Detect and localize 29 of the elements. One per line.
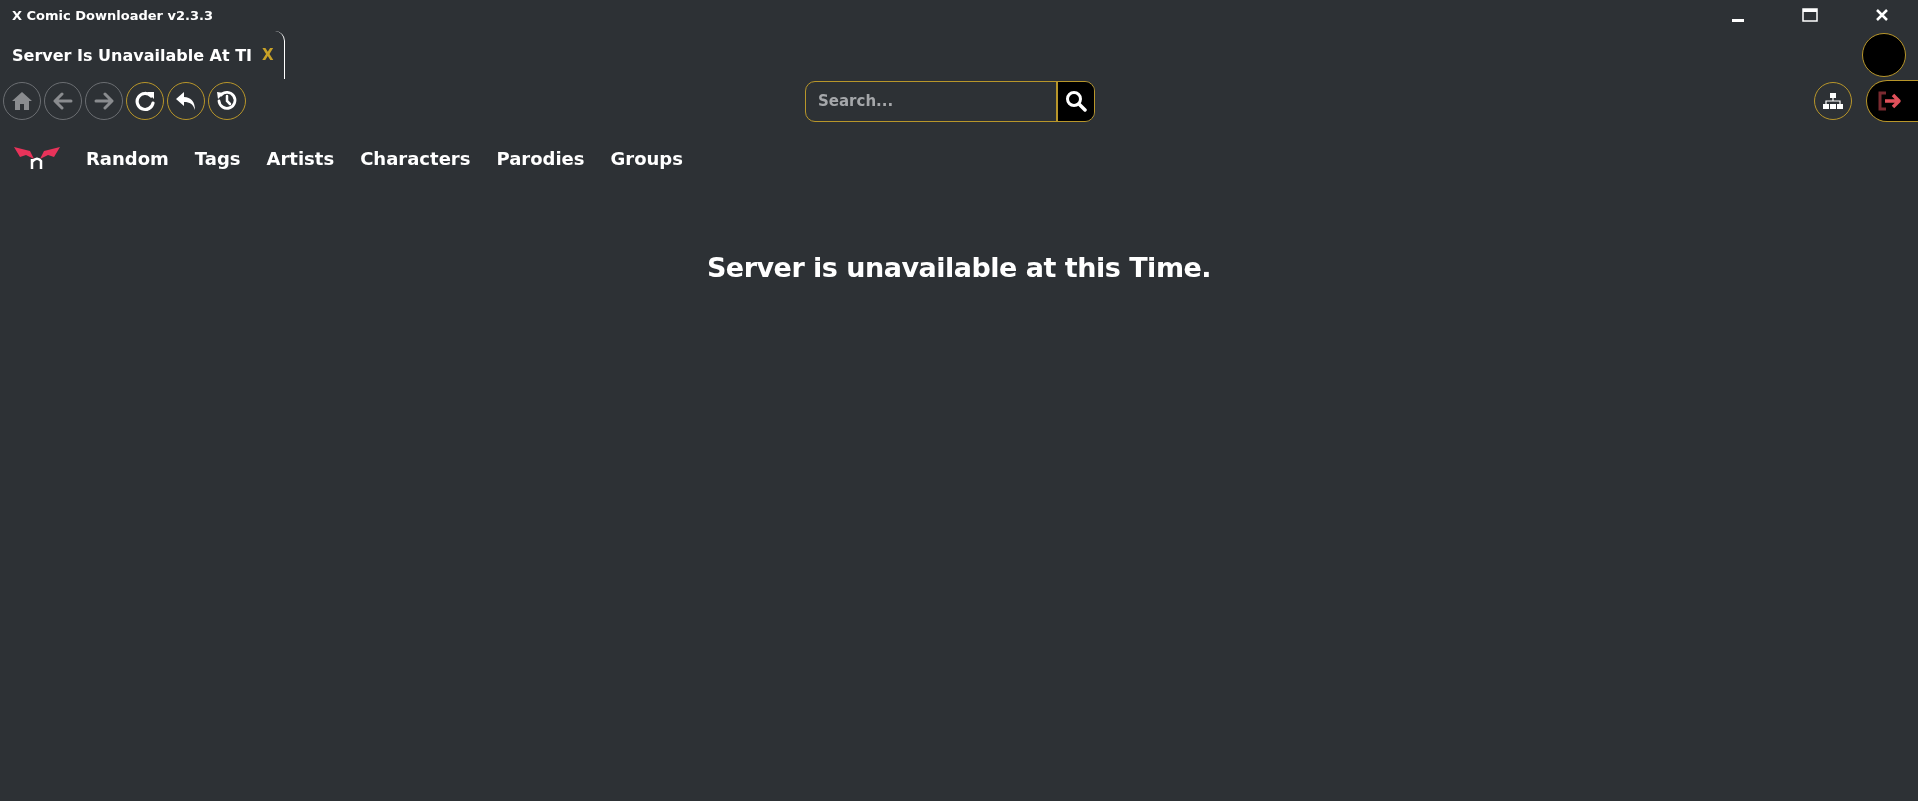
- window-title: X Comic Downloader v2.3.3: [12, 7, 213, 23]
- left-arrow-icon: [53, 92, 73, 110]
- avatar[interactable]: [1862, 33, 1906, 77]
- logout-icon: [1877, 91, 1903, 111]
- search-bar[interactable]: Search...: [805, 80, 1095, 122]
- right-arrow-icon: [94, 92, 114, 110]
- minimize-icon: [1732, 18, 1744, 22]
- status-message: Server is unavailable at this Time.: [705, 252, 1213, 283]
- menu-link[interactable]: Groups: [610, 147, 683, 169]
- tab-close-button[interactable]: X: [262, 46, 274, 64]
- menu-link[interactable]: Random: [86, 147, 169, 169]
- reload-icon: [134, 90, 156, 112]
- menu-link[interactable]: Parodies: [496, 147, 585, 169]
- close-icon: [1875, 8, 1889, 22]
- history-icon: [216, 90, 238, 112]
- menu-link[interactable]: Characters: [360, 147, 471, 169]
- tab-label: Server Is Unavailable At TI: [12, 45, 253, 65]
- home-icon: [11, 91, 33, 111]
- reply-arrow-icon: [175, 91, 197, 111]
- menu-link[interactable]: Artists: [266, 147, 335, 169]
- logout-button[interactable]: [1866, 80, 1918, 122]
- tab[interactable]: Server Is Unavailable At TI X: [0, 31, 285, 79]
- menu-link[interactable]: Tags: [194, 147, 241, 169]
- search-field[interactable]: Search...: [806, 81, 1056, 121]
- search-button[interactable]: [1056, 81, 1094, 121]
- search-icon: [1065, 90, 1087, 112]
- logo-icon[interactable]: [14, 145, 60, 171]
- sitemap-icon: [1823, 92, 1843, 110]
- maximize-icon: [1802, 8, 1818, 22]
